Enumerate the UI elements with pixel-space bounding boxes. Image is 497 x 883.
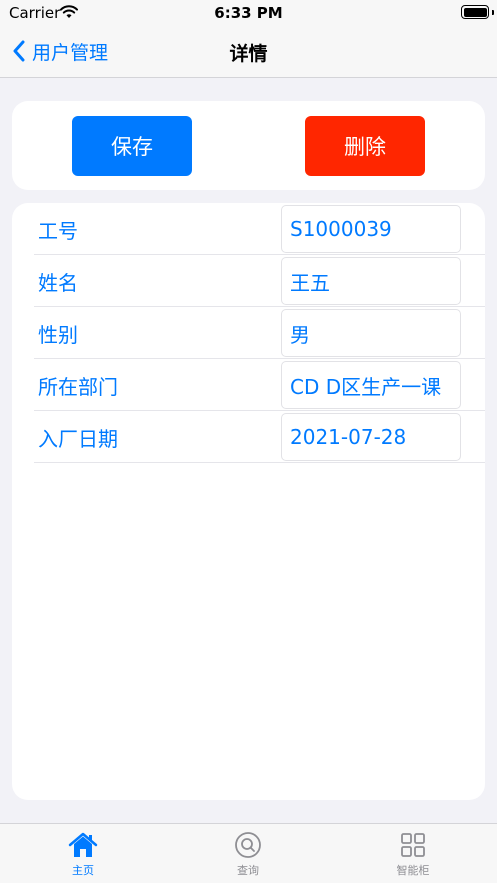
name-field[interactable]: 王五 — [281, 257, 461, 305]
gender-field[interactable]: 男 — [281, 309, 461, 357]
form-row-department: 所在部门 CD D区生产一课 — [34, 359, 485, 411]
delete-button[interactable]: 删除 — [305, 116, 425, 176]
tab-smart-cabinet[interactable]: 智能柜 — [363, 832, 463, 878]
tab-search[interactable]: 查询 — [198, 832, 298, 878]
tab-search-label: 查询 — [237, 864, 259, 877]
gender-label: 性别 — [38, 323, 78, 347]
form-row-hire-date: 入厂日期 2021-07-28 — [34, 411, 485, 463]
tab-home-label: 主页 — [72, 864, 94, 877]
tab-smart-cabinet-label: 智能柜 — [396, 864, 430, 877]
department-label: 所在部门 — [38, 375, 118, 399]
employee-id-label: 工号 — [38, 219, 78, 243]
status-time: 6:33 PM — [214, 4, 283, 22]
name-label: 姓名 — [38, 271, 78, 295]
battery-icon — [461, 5, 489, 19]
employee-id-field[interactable]: S1000039 — [281, 205, 461, 253]
battery-tip — [492, 10, 494, 15]
hire-date-label: 入厂日期 — [38, 427, 118, 451]
tab-home[interactable]: 主页 — [33, 832, 133, 878]
navigation-bar: 用户管理 详情 — [0, 26, 497, 78]
grid-icon — [401, 833, 425, 857]
page-title: 详情 — [229, 43, 268, 65]
form-row-name: 姓名 王五 — [34, 255, 485, 307]
form-row-gender: 性别 男 — [34, 307, 485, 359]
detail-form: 工号 S1000039 姓名 王五 性别 男 所在部门 CD D区生产一课 入厂… — [12, 203, 485, 800]
status-bar: Carrier 6:33 PM — [0, 0, 497, 26]
form-row-employee-id: 工号 S1000039 — [34, 203, 485, 255]
hire-date-field[interactable]: 2021-07-28 — [281, 413, 461, 461]
department-field[interactable]: CD D区生产一课 — [281, 361, 461, 409]
search-icon — [235, 832, 261, 858]
tab-bar: 主页 查询 智能柜 — [0, 823, 497, 883]
save-button[interactable]: 保存 — [72, 116, 192, 176]
action-card: 保存 删除 — [12, 101, 485, 190]
home-icon — [68, 832, 98, 857]
